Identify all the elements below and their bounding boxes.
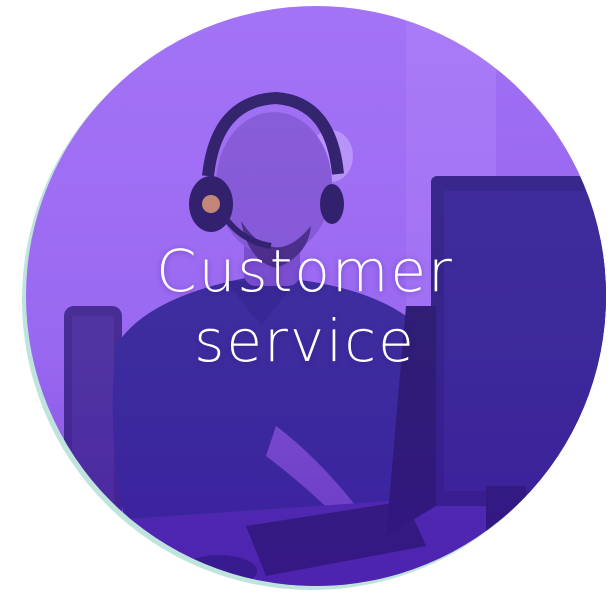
card-title-line1: Customer [156, 237, 454, 305]
card-title: Customer service [0, 236, 610, 376]
customer-service-card[interactable]: Customer service [0, 0, 610, 611]
card-title-line2: service [194, 307, 416, 375]
